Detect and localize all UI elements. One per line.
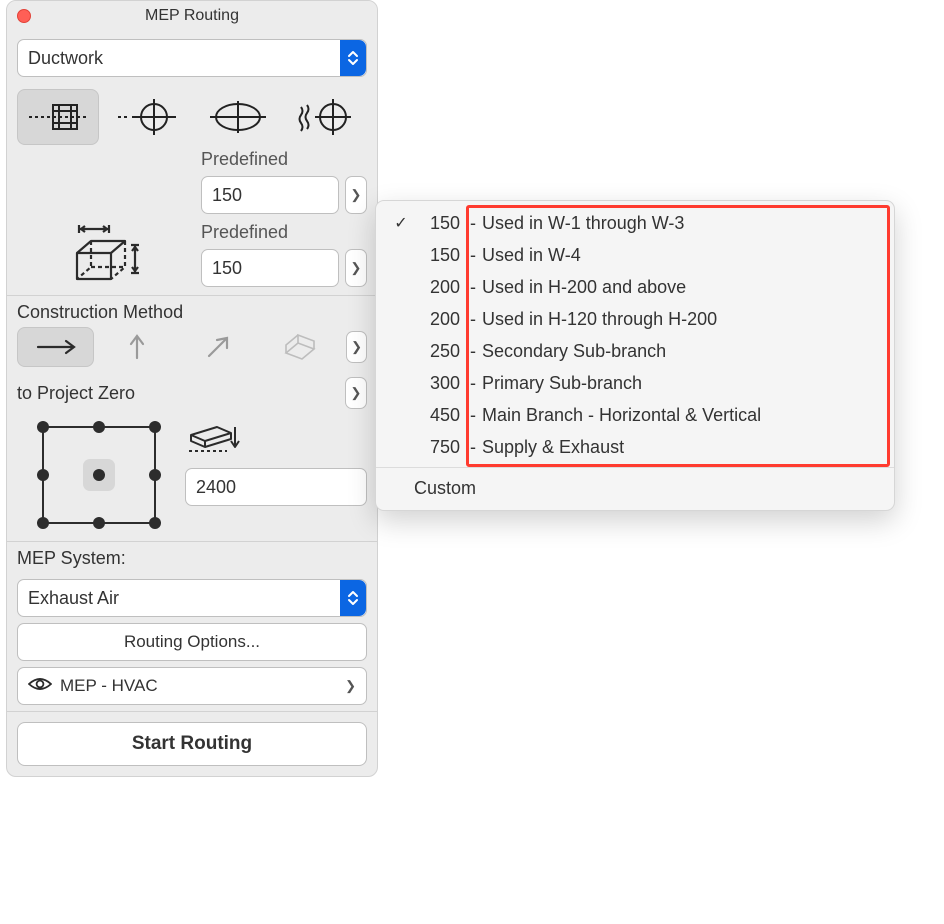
geometry-oval-button[interactable] <box>196 89 278 145</box>
project-zero-dropdown-button[interactable]: ❯ <box>345 377 367 409</box>
method-diagonal-button[interactable] <box>180 327 257 367</box>
project-zero-label: to Project Zero <box>17 383 339 404</box>
check-icon: ✓ <box>388 213 414 233</box>
category-select-value: Ductwork <box>28 48 340 69</box>
dropdown-item-desc: Used in W-4 <box>482 245 882 266</box>
dropdown-item[interactable]: 200-Used in H-120 through H-200 <box>376 303 894 335</box>
dropdown-item-desc: Main Branch - Horizontal & Vertical <box>482 405 882 426</box>
titlebar: MEP Routing <box>7 1 377 31</box>
dropdown-item-value: 200 <box>414 277 464 298</box>
start-routing-label: Start Routing <box>132 733 252 755</box>
anchor-point-grid[interactable] <box>37 421 167 531</box>
method-more-button[interactable]: ❯ <box>346 331 367 363</box>
dropdown-item-value: 450 <box>414 405 464 426</box>
chevron-right-icon: ❯ <box>351 339 362 355</box>
dropdown-item[interactable]: 150-Used in W-4 <box>376 239 894 271</box>
dropdown-item[interactable]: 300-Primary Sub-branch <box>376 367 894 399</box>
dropdown-item-value: 150 <box>414 213 464 234</box>
dropdown-item-value: 150 <box>414 245 464 266</box>
window-title: MEP Routing <box>145 7 239 25</box>
dropdown-item-desc: Used in H-120 through H-200 <box>482 309 882 330</box>
elevation-input[interactable]: 2400 <box>185 468 367 506</box>
eye-icon <box>28 676 52 697</box>
geometry-rect-button[interactable] <box>17 89 99 145</box>
dropdown-list: ✓150-Used in W-1 through W-3150-Used in … <box>376 207 894 463</box>
stepper-icon <box>340 580 366 616</box>
dropdown-item-desc: Supply & Exhaust <box>482 437 882 458</box>
mep-routing-panel: MEP Routing Ductwork <box>6 0 378 777</box>
mep-system-select[interactable]: Exhaust Air <box>17 579 367 617</box>
chevron-right-icon: ❯ <box>351 260 362 276</box>
method-3d-button[interactable] <box>261 327 338 367</box>
close-window-button[interactable] <box>17 9 31 23</box>
chevron-right-icon: ❯ <box>351 385 362 401</box>
size-height-dropdown-button[interactable]: ❯ <box>345 249 367 287</box>
mep-view-button[interactable]: MEP - HVAC ❯ <box>17 667 367 705</box>
method-vertical-button[interactable] <box>98 327 175 367</box>
mep-view-label: MEP - HVAC <box>60 676 337 696</box>
mep-system-label: MEP System: <box>7 542 377 573</box>
chevron-right-icon: ❯ <box>345 678 356 694</box>
elevation-reference-icon <box>185 421 367 460</box>
size-height-mode-label: Predefined <box>201 222 367 243</box>
size-3d-icon <box>17 149 193 287</box>
anchor-center-selected[interactable] <box>83 459 115 491</box>
size-width-mode-label: Predefined <box>201 149 367 170</box>
mep-system-select-value: Exhaust Air <box>28 588 340 609</box>
size-width-dropdown-button[interactable]: ❯ <box>345 176 367 214</box>
size-width-input[interactable]: 150 <box>201 176 339 214</box>
construction-method-label: Construction Method <box>7 296 377 327</box>
dropdown-item-value: 750 <box>414 437 464 458</box>
dropdown-custom-label: Custom <box>414 478 882 499</box>
dropdown-item-value: 200 <box>414 309 464 330</box>
dropdown-item-value: 250 <box>414 341 464 362</box>
size-height-input[interactable]: 150 <box>201 249 339 287</box>
category-select[interactable]: Ductwork <box>17 39 367 77</box>
dropdown-item-value: 300 <box>414 373 464 394</box>
dropdown-item[interactable]: ✓150-Used in W-1 through W-3 <box>376 207 894 239</box>
dropdown-item-desc: Used in H-200 and above <box>482 277 882 298</box>
routing-options-label: Routing Options... <box>124 632 260 652</box>
dropdown-item[interactable]: 200-Used in H-200 and above <box>376 271 894 303</box>
dropdown-separator <box>376 467 894 468</box>
dropdown-item-desc: Primary Sub-branch <box>482 373 882 394</box>
routing-options-button[interactable]: Routing Options... <box>17 623 367 661</box>
dropdown-item[interactable]: 750-Supply & Exhaust <box>376 431 894 463</box>
size-preset-dropdown: ✓150-Used in W-1 through W-3150-Used in … <box>375 200 895 511</box>
dropdown-item[interactable]: 450-Main Branch - Horizontal & Vertical <box>376 399 894 431</box>
method-horizontal-button[interactable] <box>17 327 94 367</box>
geometry-circle-target-button[interactable] <box>107 89 189 145</box>
start-routing-button[interactable]: Start Routing <box>17 722 367 766</box>
geometry-flex-button[interactable] <box>286 89 368 145</box>
dropdown-item[interactable]: 250-Secondary Sub-branch <box>376 335 894 367</box>
dropdown-item-desc: Secondary Sub-branch <box>482 341 882 362</box>
stepper-icon <box>340 40 366 76</box>
chevron-right-icon: ❯ <box>351 187 362 203</box>
dropdown-item-custom[interactable]: Custom <box>376 472 894 504</box>
dropdown-item-desc: Used in W-1 through W-3 <box>482 213 882 234</box>
